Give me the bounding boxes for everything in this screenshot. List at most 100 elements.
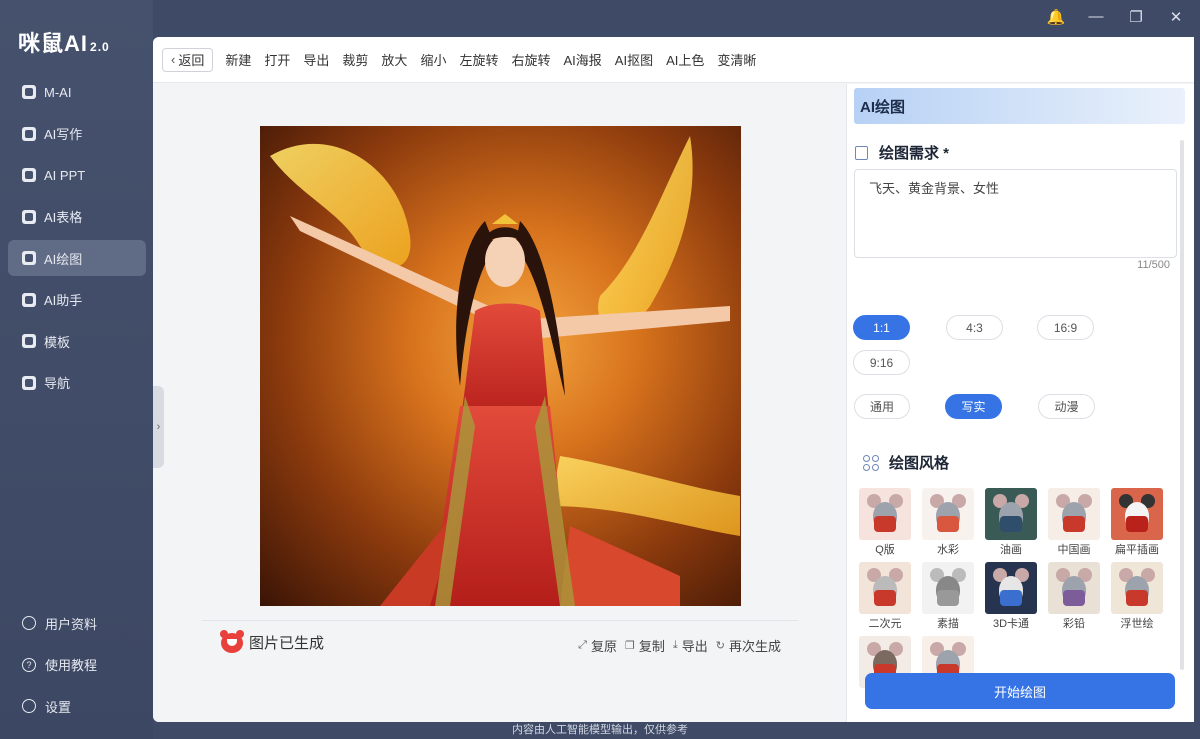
sidebar-item-ai-drawing[interactable]: AI绘图: [8, 240, 146, 276]
style-thumb-image: [1048, 562, 1100, 614]
window-controls: 🔔 — ❐ ✕: [1046, 8, 1186, 26]
tool-ai-cutout[interactable]: AI抠图: [615, 50, 653, 69]
back-button[interactable]: ‹ 返回: [162, 47, 214, 72]
tool-zoom-out[interactable]: 缩小: [420, 50, 446, 69]
style-anime[interactable]: 二次元: [859, 562, 911, 631]
export-action[interactable]: ⤓ 导出: [673, 636, 708, 655]
sidebar-item-ai-assistant[interactable]: AI助手: [8, 282, 146, 318]
canvas-area: › 图片已生成 ⤢ 复原 ❐ 复制 ⤓ 导出 ↻ 再次生成: [153, 84, 846, 722]
sidebar-item-label: AI写作: [44, 127, 83, 142]
style-thumb-image: [859, 488, 911, 540]
download-icon: ⤓: [672, 639, 678, 651]
regenerate-label: 再次生成: [728, 639, 781, 654]
bell-icon[interactable]: 🔔: [1046, 8, 1066, 26]
tool-open[interactable]: 打开: [264, 50, 290, 69]
ppt-icon: [22, 168, 36, 182]
sidebar-item-template[interactable]: 模板: [8, 323, 146, 359]
panel-scrollbar[interactable]: [1180, 140, 1184, 670]
copy-label: 复制: [638, 639, 665, 654]
style-thumb-image: [985, 488, 1037, 540]
prompt-title-text: 绘图需求 *: [879, 145, 950, 162]
sidebar-item-m-ai[interactable]: M-AI: [8, 74, 146, 110]
table-icon: [22, 209, 36, 224]
tool-rotate-right[interactable]: 右旋转: [511, 50, 550, 69]
copy-action[interactable]: ❐ 复制: [625, 636, 665, 655]
status-row: 图片已生成: [220, 629, 324, 653]
tool-crop[interactable]: 裁剪: [342, 50, 368, 69]
regenerate-action[interactable]: ↻ 再次生成: [716, 636, 781, 655]
style-thumb-image: [859, 562, 911, 614]
logo-text: 咪鼠AI: [18, 31, 89, 56]
sidebar-item-label: 导航: [44, 376, 71, 391]
style-label: 素描: [937, 618, 959, 630]
style-q-version[interactable]: Q版: [859, 488, 911, 557]
logo-version: 2.0: [90, 40, 110, 54]
sidebar-item-ai-writing[interactable]: AI写作: [8, 116, 146, 152]
tool-rotate-left[interactable]: 左旋转: [459, 50, 498, 69]
sidebar-item-ai-table[interactable]: AI表格: [8, 199, 146, 235]
m-ai-icon: [22, 85, 36, 99]
start-drawing-button[interactable]: 开始绘图: [865, 673, 1175, 709]
sidebar-item-label: 模板: [44, 334, 71, 350]
help-icon: ?: [22, 657, 36, 672]
copy-icon: ❐: [624, 640, 635, 652]
canvas-divider: [202, 620, 798, 621]
style-label: Q版: [875, 544, 895, 556]
sidebar-item-label: AI绘图: [44, 251, 83, 267]
style-grid-icon: [863, 454, 879, 471]
collapse-handle[interactable]: ›: [153, 386, 164, 468]
style-oil-painting[interactable]: 油画: [985, 488, 1037, 557]
export-label: 导出: [681, 639, 708, 654]
tool-enhance[interactable]: 变清晰: [717, 50, 756, 69]
mode-realistic[interactable]: 写实: [945, 394, 1002, 419]
style-sketch[interactable]: 素描: [922, 562, 974, 631]
style-3d-cartoon[interactable]: 3D卡通: [985, 562, 1037, 631]
tool-ai-poster[interactable]: AI海报: [563, 50, 601, 69]
tool-ai-colorize[interactable]: AI上色: [666, 50, 704, 69]
sidebar-item-ai-ppt[interactable]: AI PPT: [8, 157, 146, 193]
style-flat-illustration[interactable]: 扁平插画: [1111, 488, 1163, 557]
minimize-button[interactable]: —: [1086, 8, 1106, 26]
right-panel: AI绘图 绘图需求 * 飞天、黄金背景、女性 11/500 1:1 4:3 16…: [846, 84, 1194, 722]
style-ukiyo-e[interactable]: 浮世绘: [1111, 562, 1163, 631]
tool-new[interactable]: 新建: [225, 50, 251, 69]
sidebar-item-user-profile[interactable]: 用户资料: [8, 605, 146, 641]
restore-action[interactable]: ⤢ 复原: [578, 636, 617, 655]
sidebar-item-label: M-AI: [44, 84, 72, 100]
close-button[interactable]: ✕: [1166, 8, 1186, 26]
restore-button[interactable]: ❐: [1126, 8, 1146, 26]
style-color-pencil[interactable]: 彩铅: [1048, 562, 1100, 631]
sidebar-item-tutorial[interactable]: ? 使用教程: [8, 647, 146, 683]
style-label: 浮世绘: [1120, 618, 1154, 630]
refresh-icon: ↻: [715, 640, 725, 652]
sidebar-item-navigation[interactable]: 导航: [8, 365, 146, 401]
disclaimer-text: 内容由人工智能模型输出，仅供参考: [512, 724, 688, 736]
style-thumb-image: [1111, 488, 1163, 540]
generated-image[interactable]: [260, 126, 741, 606]
style-watercolor[interactable]: 水彩: [922, 488, 974, 557]
style-section-title: 绘图风格: [863, 452, 949, 473]
prompt-input[interactable]: 飞天、黄金背景、女性: [854, 169, 1177, 258]
sidebar-item-label: AI助手: [44, 293, 83, 308]
ratio-1-1[interactable]: 1:1: [853, 315, 910, 340]
sidebar-item-settings[interactable]: 设置: [8, 688, 146, 724]
app-logo: 咪鼠AI 2.0: [18, 26, 110, 58]
mode-general[interactable]: 通用: [854, 394, 910, 419]
ratio-9-16[interactable]: 9:16: [853, 350, 910, 375]
sidebar-item-label: AI PPT: [44, 167, 86, 183]
style-label: 二次元: [868, 618, 902, 630]
sidebar-nav: M-AI AI写作 AI PPT AI表格 AI绘图 AI助手 模板 导航: [8, 74, 146, 406]
style-thumb-image: [922, 562, 974, 614]
style-chinese-painting[interactable]: 中国画: [1048, 488, 1100, 557]
main-panel: ‹ 返回 新建 打开 导出 裁剪 放大 缩小 左旋转 右旋转 AI海报 AI抠图 …: [153, 37, 1194, 722]
tool-zoom-in[interactable]: 放大: [381, 50, 407, 69]
ratio-16-9[interactable]: 16:9: [1037, 315, 1094, 340]
ratio-4-3[interactable]: 4:3: [946, 315, 1003, 340]
tool-export[interactable]: 导出: [303, 50, 329, 69]
sidebar-item-label: 用户资料: [45, 616, 98, 632]
navigation-icon: [22, 375, 36, 390]
restore-label: 复原: [590, 639, 617, 654]
mode-anime[interactable]: 动漫: [1038, 394, 1095, 419]
sidebar-item-label: 设置: [45, 699, 72, 715]
sidebar-item-label: 使用教程: [45, 658, 98, 673]
